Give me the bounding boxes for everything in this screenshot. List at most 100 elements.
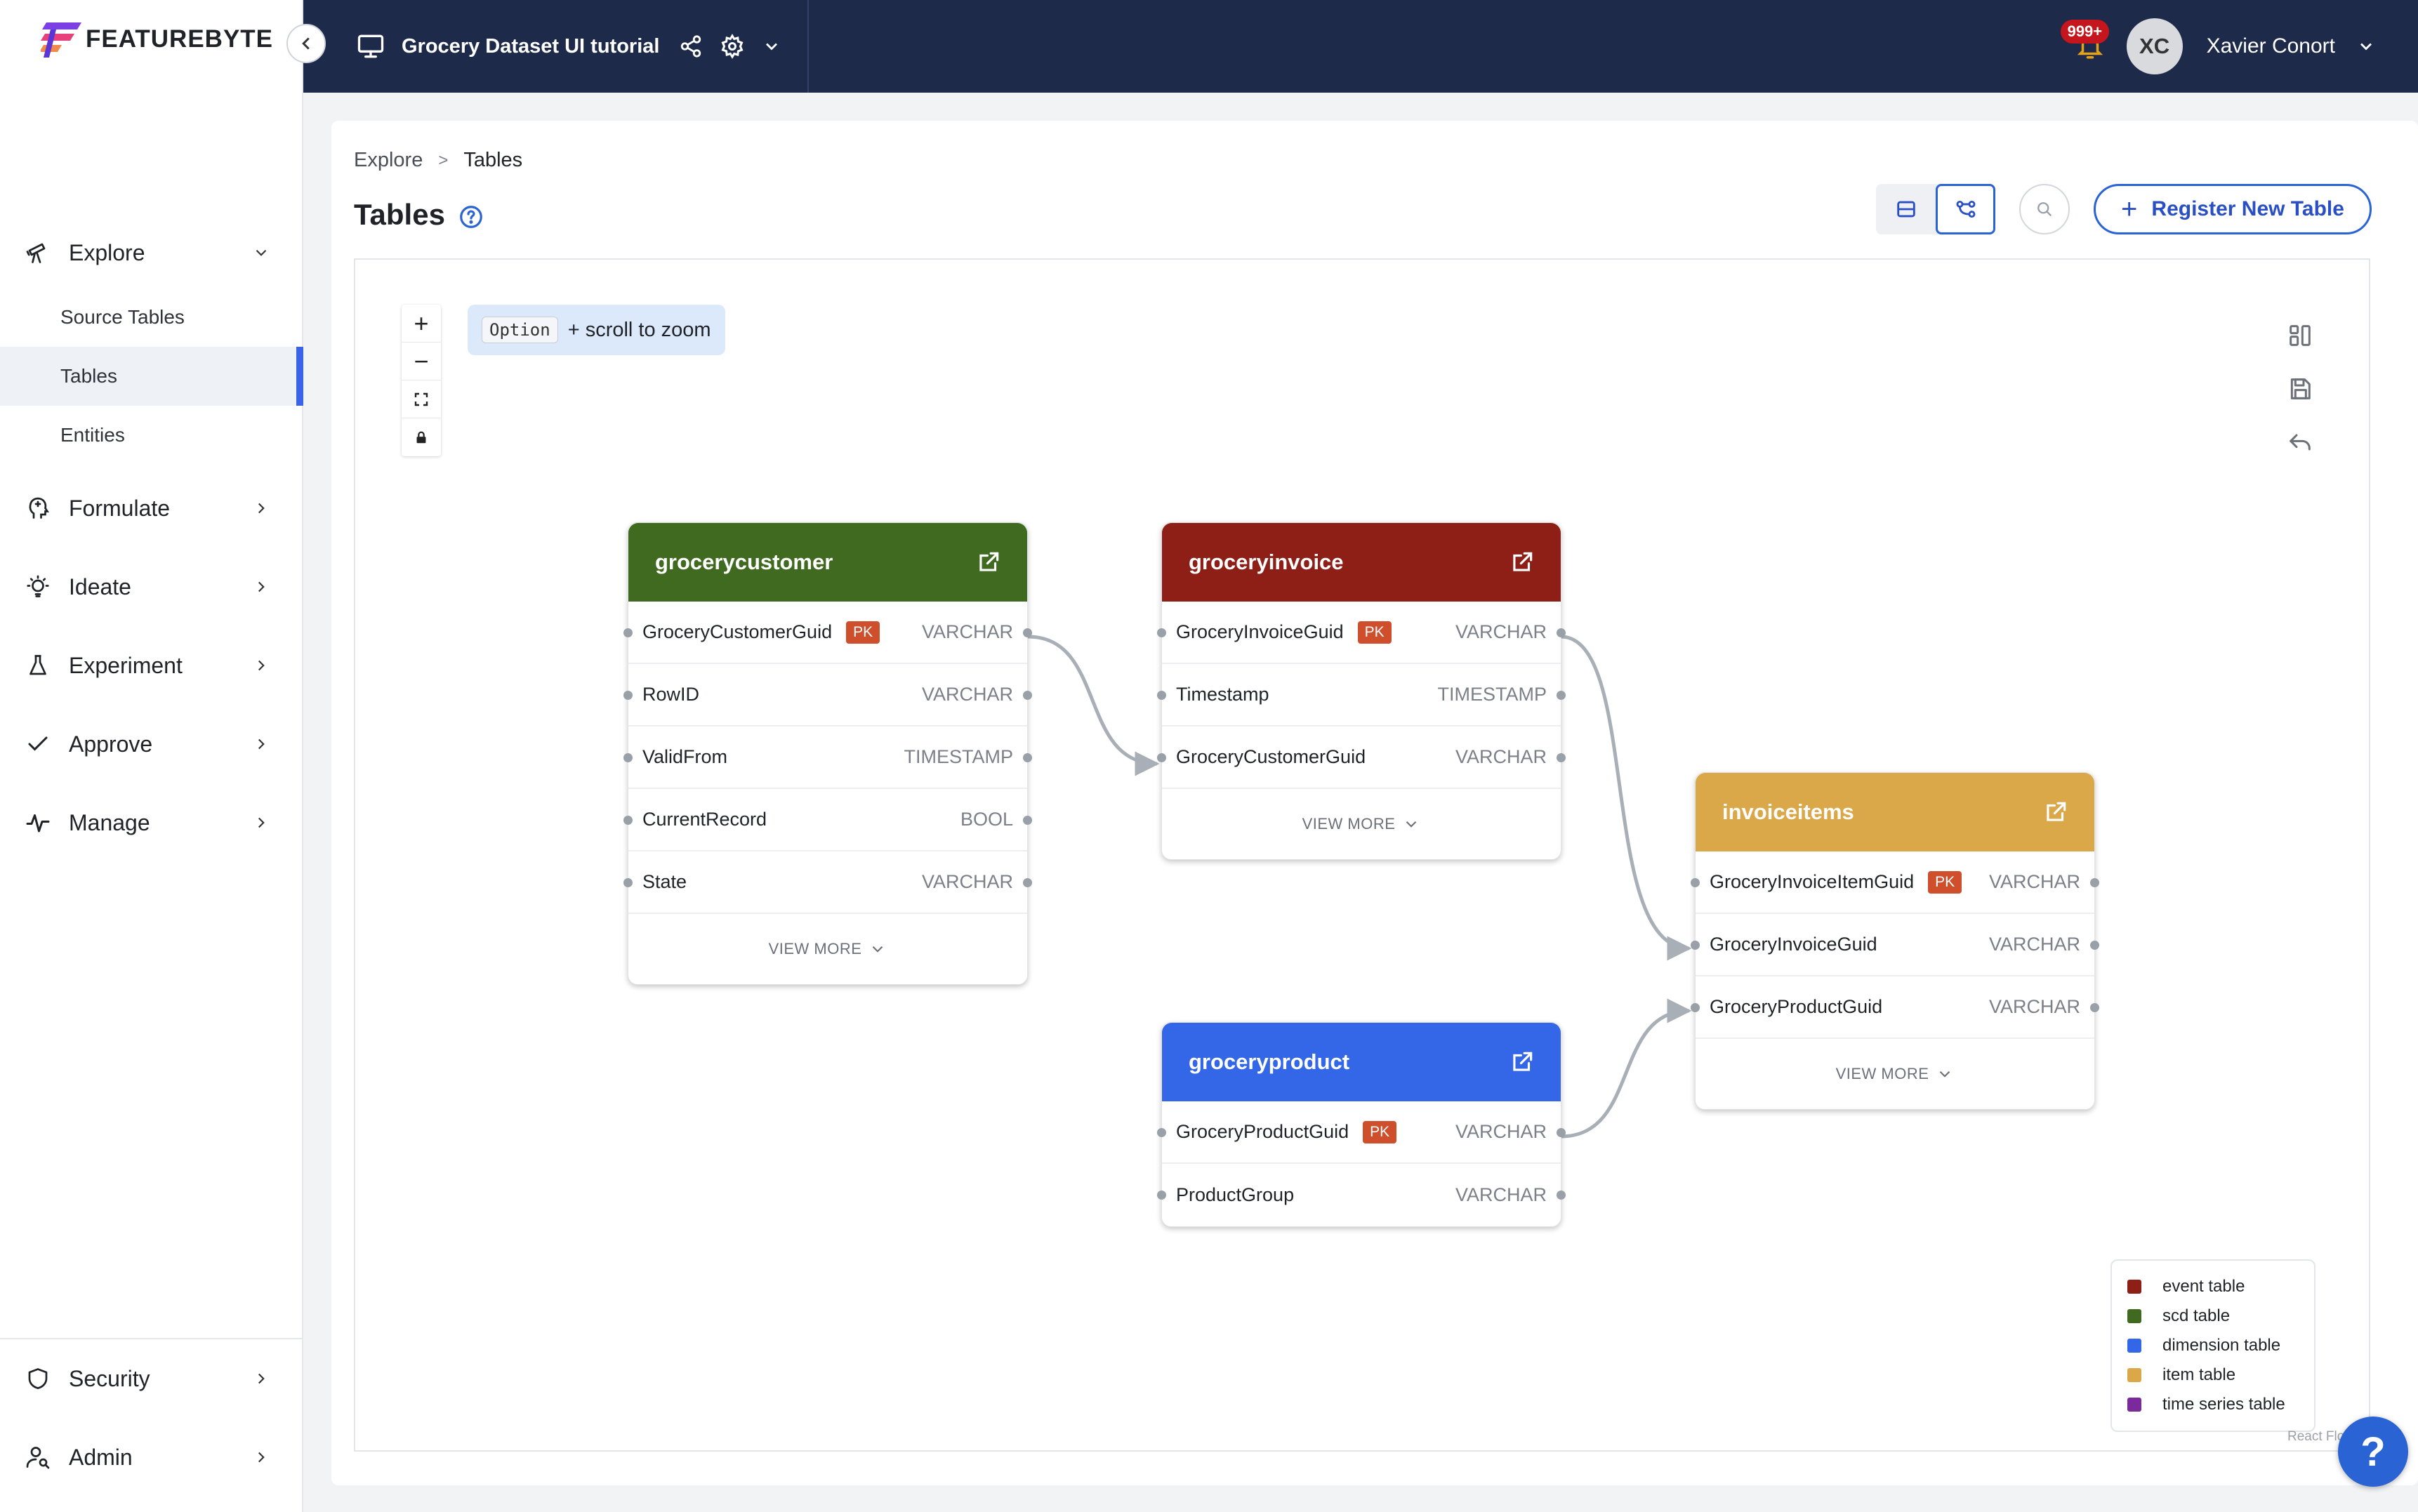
connection-handle[interactable] bbox=[623, 753, 633, 762]
connection-handle[interactable] bbox=[1023, 628, 1032, 637]
lock-button[interactable] bbox=[402, 418, 441, 456]
project-name[interactable]: Grocery Dataset UI tutorial bbox=[402, 35, 659, 58]
connection-handle[interactable] bbox=[623, 878, 633, 887]
sidebar-item-approve[interactable]: Approve bbox=[0, 716, 303, 772]
table-view-button[interactable] bbox=[1876, 184, 1936, 234]
minus-icon: − bbox=[414, 346, 429, 376]
help-circle-icon[interactable] bbox=[458, 204, 484, 234]
column-type: VARCHAR bbox=[1455, 621, 1547, 642]
connection-handle[interactable] bbox=[1157, 753, 1166, 762]
zoom-in-button[interactable]: + bbox=[402, 305, 441, 343]
connection-handle[interactable] bbox=[1557, 1191, 1566, 1200]
avatar[interactable]: XC bbox=[2126, 18, 2183, 74]
connection-handle[interactable] bbox=[623, 628, 633, 637]
view-more-button[interactable]: VIEW MORE bbox=[1162, 789, 1561, 859]
connection-handle[interactable] bbox=[1157, 1128, 1166, 1137]
external-link-icon[interactable] bbox=[2042, 799, 2069, 825]
table-node-groceryinvoice[interactable]: groceryinvoice GroceryInvoiceGuid PK VAR… bbox=[1157, 522, 1566, 860]
view-more-button[interactable]: VIEW MORE bbox=[1696, 1039, 2094, 1109]
search-button[interactable] bbox=[2019, 184, 2070, 234]
sidebar-label-manage: Manage bbox=[69, 809, 150, 835]
column-type: TIMESTAMP bbox=[1437, 684, 1547, 705]
connection-handle[interactable] bbox=[2090, 878, 2099, 887]
sidebar-item-explore[interactable]: Explore bbox=[0, 225, 303, 281]
column-name: GroceryInvoiceGuid bbox=[1176, 621, 1344, 642]
connection-handle[interactable] bbox=[1157, 691, 1166, 700]
sidebar-item-ideate[interactable]: Ideate bbox=[0, 559, 303, 615]
table-node-invoiceitems[interactable]: invoiceitems GroceryInvoiceItemGuid PK V… bbox=[1691, 772, 2099, 1110]
connection-handle[interactable] bbox=[1023, 691, 1032, 700]
zoom-hint: Option + scroll to zoom bbox=[468, 305, 725, 355]
connection-handle[interactable] bbox=[1557, 753, 1566, 762]
connection-handle[interactable] bbox=[623, 816, 633, 825]
undo-button[interactable] bbox=[2279, 416, 2321, 469]
table-node-grocerycustomer[interactable]: grocerycustomer GroceryCustomerGuid PK V… bbox=[623, 522, 1032, 985]
chevron-down-icon[interactable] bbox=[2356, 37, 2376, 56]
connection-handle[interactable] bbox=[1157, 1191, 1166, 1200]
view-more-button[interactable]: VIEW MORE bbox=[628, 914, 1027, 984]
plus-icon: + bbox=[414, 308, 429, 338]
gear-icon[interactable] bbox=[720, 34, 745, 59]
view-more-label: VIEW MORE bbox=[1835, 1065, 1929, 1082]
fit-view-button[interactable] bbox=[402, 380, 441, 418]
table-node-groceryproduct[interactable]: groceryproduct GroceryProductGuid PK VAR… bbox=[1157, 1022, 1566, 1227]
external-link-icon[interactable] bbox=[1509, 1049, 1535, 1075]
undo-icon bbox=[2286, 428, 2314, 456]
table-node-header: grocerycustomer bbox=[628, 523, 1027, 602]
legend-label: dimension table bbox=[2162, 1336, 2281, 1355]
legend-item: item table bbox=[2127, 1360, 2299, 1390]
chevron-down-icon[interactable] bbox=[762, 37, 781, 56]
legend-label: event table bbox=[2162, 1277, 2245, 1296]
connection-handle[interactable] bbox=[1557, 691, 1566, 700]
page-title: Tables bbox=[354, 198, 445, 231]
activity-icon bbox=[24, 809, 52, 837]
checkmark-icon bbox=[24, 730, 52, 758]
zoom-hint-key: Option bbox=[482, 317, 558, 343]
connection-handle[interactable] bbox=[1557, 628, 1566, 637]
sidebar-item-admin[interactable]: Admin bbox=[0, 1429, 303, 1485]
external-link-icon[interactable] bbox=[1509, 549, 1535, 576]
share-icon[interactable] bbox=[679, 34, 703, 58]
legend-swatch bbox=[2127, 1280, 2141, 1294]
sidebar-item-security[interactable]: Security bbox=[0, 1351, 303, 1407]
breadcrumb-explore[interactable]: Explore bbox=[354, 149, 423, 172]
connection-handle[interactable] bbox=[2090, 941, 2099, 950]
connection-handle[interactable] bbox=[623, 691, 633, 700]
collapse-sidebar-button[interactable] bbox=[286, 24, 326, 63]
sidebar-item-source-tables[interactable]: Source Tables bbox=[0, 288, 303, 347]
connection-handle[interactable] bbox=[1157, 628, 1166, 637]
sidebar-item-entities[interactable]: Entities bbox=[0, 406, 303, 465]
user-name[interactable]: Xavier Conort bbox=[2207, 34, 2335, 58]
auto-layout-button[interactable] bbox=[2279, 309, 2321, 362]
column-name: Timestamp bbox=[1176, 684, 1269, 705]
connection-handle[interactable] bbox=[2090, 1003, 2099, 1012]
table-name: invoiceitems bbox=[1722, 800, 1854, 824]
sidebar-item-manage[interactable]: Manage bbox=[0, 795, 303, 851]
featurebyte-logo[interactable]: FEATUREBYTE bbox=[39, 18, 273, 60]
shield-icon bbox=[24, 1365, 52, 1393]
table-diagram-canvas[interactable]: + − Option + scroll to zoom grocerycusto… bbox=[354, 258, 2370, 1452]
column-name: ProductGroup bbox=[1176, 1184, 1295, 1205]
connection-handle[interactable] bbox=[1557, 1128, 1566, 1137]
notifications-button[interactable]: 999+ bbox=[2060, 20, 2111, 67]
sidebar-item-tables[interactable]: Tables bbox=[0, 347, 303, 406]
connection-handle[interactable] bbox=[1691, 1003, 1700, 1012]
help-button[interactable]: ? bbox=[2338, 1417, 2408, 1487]
save-layout-button[interactable] bbox=[2279, 362, 2321, 416]
connection-handle[interactable] bbox=[1023, 816, 1032, 825]
connection-handle[interactable] bbox=[1023, 878, 1032, 887]
connection-handle[interactable] bbox=[1691, 941, 1700, 950]
chevron-right-icon bbox=[247, 573, 275, 601]
chevron-down-icon bbox=[247, 239, 275, 267]
connection-handle[interactable] bbox=[1691, 878, 1700, 887]
legend-item: event table bbox=[2127, 1272, 2299, 1301]
sidebar-item-formulate[interactable]: Formulate bbox=[0, 480, 303, 536]
register-new-table-button[interactable]: + Register New Table bbox=[2094, 184, 2372, 234]
column-row: GroceryProductGuid VARCHAR bbox=[1691, 976, 2099, 1039]
external-link-icon[interactable] bbox=[975, 549, 1002, 576]
zoom-out-button[interactable]: − bbox=[402, 343, 441, 380]
diagram-view-button[interactable] bbox=[1936, 184, 1995, 234]
sidebar-item-experiment[interactable]: Experiment bbox=[0, 637, 303, 694]
column-row: Timestamp TIMESTAMP bbox=[1157, 664, 1566, 727]
connection-handle[interactable] bbox=[1023, 753, 1032, 762]
